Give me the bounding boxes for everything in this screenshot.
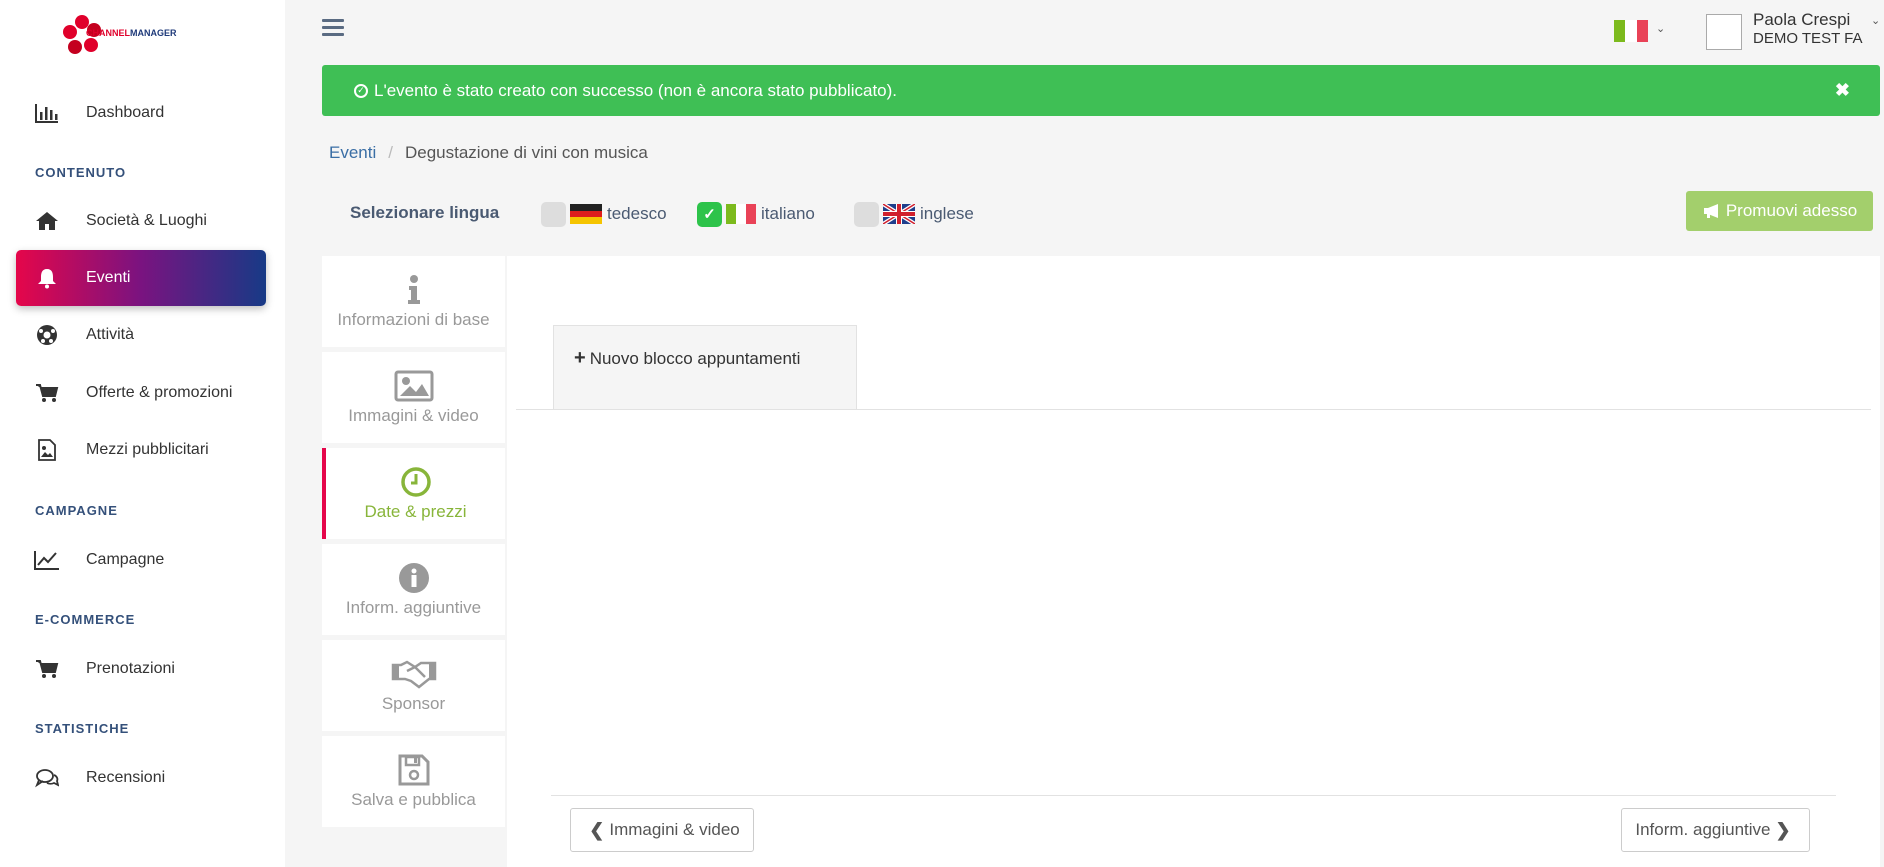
- sidebar-section-ecommerce: E-COMMERCE: [35, 612, 136, 627]
- sidebar-item-label: Eventi: [86, 269, 131, 286]
- new-appointment-block-label: Nuovo blocco appuntamenti: [589, 349, 801, 368]
- sidebar-item-label: Società & Luoghi: [86, 212, 207, 229]
- sidebar-item-label: Campagne: [86, 551, 165, 568]
- megaphone-icon: [1703, 204, 1718, 218]
- breadcrumb: Eventi / Degustazione di vini con musica: [329, 143, 648, 163]
- step-label: Sponsor: [381, 693, 446, 713]
- tab-divider: [516, 409, 1871, 410]
- uk-flag-icon: [883, 204, 915, 224]
- language-option-inglese[interactable]: inglese: [854, 201, 974, 227]
- home-icon: [34, 210, 60, 232]
- sidebar-item-prenotazioni[interactable]: Prenotazioni: [16, 641, 266, 697]
- step-sponsor[interactable]: Sponsor: [322, 640, 505, 731]
- next-step-label: Inform. aggiuntive: [1635, 820, 1771, 839]
- language-select-label: Selezionare lingua: [350, 203, 500, 222]
- sidebar-item-societa-luoghi[interactable]: Società & Luoghi: [16, 193, 266, 249]
- bar-chart-icon: [34, 102, 60, 124]
- success-alert: ✓ L'evento è stato creato con successo (…: [322, 65, 1880, 116]
- sidebar-section-campagne: CAMPAGNE: [35, 503, 118, 518]
- chevron-right-icon: ❯: [1775, 819, 1791, 840]
- comments-icon: [34, 767, 60, 789]
- sidebar-item-label: Dashboard: [86, 104, 165, 121]
- chevron-down-icon[interactable]: ⌄: [1656, 22, 1665, 35]
- step-inform-aggiuntive[interactable]: Inform. aggiuntive: [322, 544, 505, 635]
- step-label: Salva e pubblica: [351, 789, 476, 809]
- chevron-down-icon[interactable]: ⌄: [1871, 14, 1880, 27]
- close-icon[interactable]: ✖: [1835, 80, 1850, 101]
- sidebar-item-campagne[interactable]: Campagne: [16, 532, 266, 588]
- info-circle-icon: [398, 562, 430, 594]
- line-chart-icon: [34, 549, 60, 571]
- step-label: Informazioni di base: [337, 309, 490, 329]
- step-label: Immagini & video: [348, 405, 479, 425]
- sidebar-item-offerte[interactable]: Offerte & promozioni: [16, 365, 266, 421]
- breadcrumb-current: Degustazione di vini con musica: [404, 143, 648, 162]
- floppy-disk-icon: [398, 754, 430, 786]
- hamburger-menu-icon[interactable]: [322, 19, 344, 39]
- language-option-tedesco[interactable]: tedesco: [541, 201, 667, 227]
- user-organization: DEMO TEST FA: [1753, 30, 1863, 47]
- image-file-icon: [34, 439, 60, 461]
- italian-flag-icon: [726, 204, 756, 224]
- sidebar-item-label: Mezzi pubblicitari: [86, 441, 209, 458]
- sidebar-item-eventi[interactable]: Eventi: [16, 250, 266, 306]
- bell-icon: [34, 267, 60, 289]
- language-checkbox-checked[interactable]: ✓: [697, 201, 722, 227]
- previous-step-button[interactable]: ❮ Immagini & video: [570, 808, 754, 852]
- sidebar-item-label: Offerte & promozioni: [86, 384, 233, 401]
- footer-divider: [551, 795, 1836, 796]
- promote-now-label: Promuovi adesso: [1725, 201, 1858, 220]
- german-flag-icon: [570, 204, 602, 225]
- user-name[interactable]: Paola Crespi: [1753, 10, 1850, 30]
- sidebar-item-label: Attività: [86, 326, 135, 343]
- sidebar-item-attivita[interactable]: Attività: [16, 307, 266, 363]
- logo-text: CHANNELMANAGER: [86, 28, 177, 38]
- step-label: Date & prezzi: [364, 501, 467, 521]
- step-immagini-video[interactable]: Immagini & video: [322, 352, 505, 443]
- sidebar-item-recensioni[interactable]: Recensioni: [16, 750, 266, 806]
- alert-message: L'evento è stato creato con successo (no…: [374, 80, 898, 100]
- language-option-label: tedesco: [607, 204, 667, 223]
- cart-icon: [34, 382, 60, 404]
- breadcrumb-separator: /: [388, 143, 393, 162]
- step-date-prezzi[interactable]: Date & prezzi: [322, 448, 505, 539]
- step-salva-pubblica[interactable]: Salva e pubblica: [322, 736, 505, 827]
- sidebar-item-mezzi-pubblicitari[interactable]: Mezzi pubblicitari: [16, 422, 266, 478]
- handshake-icon: [391, 658, 437, 690]
- plus-icon: +: [574, 347, 586, 369]
- check-circle-icon: ✓: [354, 83, 368, 98]
- step-informazioni-di-base[interactable]: Informazioni di base: [322, 256, 505, 347]
- sidebar-section-statistiche: STATISTICHE: [35, 721, 130, 736]
- soccer-ball-icon: [34, 324, 60, 346]
- next-step-button[interactable]: Inform. aggiuntive ❯: [1621, 808, 1810, 852]
- language-option-label: inglese: [920, 204, 974, 223]
- previous-step-label: Immagini & video: [609, 820, 740, 839]
- avatar[interactable]: [1706, 14, 1742, 50]
- new-appointment-block-tab[interactable]: + Nuovo blocco appuntamenti: [553, 325, 857, 409]
- language-option-label: italiano: [761, 204, 815, 223]
- chevron-left-icon: ❮: [589, 819, 605, 840]
- clock-icon: [400, 466, 432, 498]
- picture-icon: [394, 370, 434, 402]
- info-icon: [407, 274, 421, 306]
- sidebar-item-label: Recensioni: [86, 769, 166, 786]
- breadcrumb-link-eventi[interactable]: Eventi: [329, 143, 376, 163]
- sidebar: CHANNELMANAGER Dashboard CONTENUTO Socie…: [0, 0, 285, 867]
- language-checkbox[interactable]: [854, 201, 879, 227]
- sidebar-item-label: Prenotazioni: [86, 660, 175, 677]
- language-option-italiano[interactable]: ✓ italiano: [697, 201, 815, 227]
- sidebar-section-contenuto: CONTENUTO: [35, 165, 127, 180]
- promote-now-button[interactable]: Promuovi adesso: [1686, 191, 1873, 231]
- cart-icon: [34, 658, 60, 680]
- step-label: Inform. aggiuntive: [345, 597, 482, 617]
- italian-flag-icon[interactable]: [1614, 20, 1652, 42]
- channel-manager-logo[interactable]: CHANNELMANAGER: [62, 10, 182, 60]
- language-checkbox[interactable]: [541, 201, 566, 227]
- sidebar-item-dashboard[interactable]: Dashboard: [16, 85, 266, 141]
